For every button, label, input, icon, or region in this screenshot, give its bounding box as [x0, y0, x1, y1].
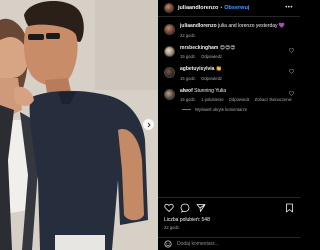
comment-username[interactable]: mrsbeckingham	[180, 45, 218, 51]
comment-username[interactable]: juliaandlorenzo	[180, 23, 217, 29]
post-side-panel: juliaandlorenzo • Obserwuj ••• juliaandl…	[158, 0, 300, 250]
separator-dot: •	[220, 5, 223, 11]
divider-line	[182, 109, 191, 110]
likes-count[interactable]: Liczba polubień: 548	[164, 217, 294, 223]
bookmark-icon[interactable]	[285, 203, 294, 213]
post-author-username[interactable]: juliaandlorenzo	[178, 5, 218, 11]
post-header: juliaandlorenzo • Obserwuj •••	[158, 0, 300, 17]
post-date: 22 godz.	[164, 225, 181, 230]
comment-time: 22 godz.	[180, 32, 197, 38]
comment-time: 15 godz.	[180, 97, 197, 102]
reply-button[interactable]: Odpowiedz	[229, 97, 250, 102]
next-photo-button[interactable]	[143, 119, 154, 130]
comment-username[interactable]: alwof	[180, 88, 193, 94]
comment-time: 15 godz.	[180, 75, 197, 81]
avatar[interactable]	[164, 67, 175, 78]
avatar[interactable]	[164, 3, 174, 13]
more-icon[interactable]: •••	[285, 5, 293, 11]
heart-icon[interactable]	[164, 203, 174, 213]
translate-button[interactable]: Zobacz tłumaczenie	[255, 97, 292, 102]
comment-item: mrsbeckingham 😍😍😍 15 godz. Odpowiedz	[164, 44, 294, 59]
action-icons	[164, 202, 294, 214]
share-icon[interactable]	[196, 203, 206, 213]
view-hidden-comments-label[interactable]: Wyświetl ukryte komentarze	[195, 107, 247, 112]
avatar[interactable]	[164, 45, 175, 57]
reply-button[interactable]: Odpowiedz	[201, 54, 222, 59]
post-actions: Liczba polubień: 548 22 godz.	[158, 197, 300, 230]
comment-time: 15 godz.	[180, 54, 197, 59]
avatar[interactable]	[164, 24, 175, 35]
comment-text: julia and lorenzo yesterday 💜	[216, 23, 286, 29]
comment-item: alwof Stunning Yulia 15 godz. 1 polubien…	[164, 87, 294, 102]
add-comment-bar	[158, 237, 300, 250]
post-photo[interactable]	[0, 0, 158, 250]
comment-item: juliaandlorenzo julia and lorenzo yester…	[164, 23, 294, 38]
reply-button[interactable]: Odpowiedz	[201, 76, 222, 81]
comments-list: juliaandlorenzo julia and lorenzo yester…	[158, 17, 300, 112]
comment-likes[interactable]: 1 polubienie	[201, 97, 224, 102]
heart-icon[interactable]	[289, 69, 294, 74]
view-hidden-comments[interactable]: Wyświetl ukryte komentarze	[182, 107, 294, 112]
instagram-post-view: juliaandlorenzo • Obserwuj ••• juliaandl…	[0, 0, 300, 250]
avatar[interactable]	[164, 88, 175, 100]
couple-photo-illustration	[0, 0, 158, 250]
comment-icon[interactable]	[180, 203, 190, 213]
chevron-right-icon	[147, 122, 151, 127]
comment-username[interactable]: agbetuyisylvia	[180, 66, 214, 72]
heart-icon[interactable]	[289, 90, 294, 96]
heart-icon[interactable]	[289, 47, 294, 53]
comment-text: 👏	[214, 66, 223, 72]
comment-text: Stunning Yulia	[192, 87, 227, 94]
comment-item: agbetuyisylvia 👏 15 godz. Odpowiedz	[164, 66, 294, 81]
follow-button[interactable]: Obserwuj	[224, 5, 249, 11]
comment-input[interactable]	[177, 241, 287, 247]
emoji-icon[interactable]	[164, 240, 172, 248]
comment-text: 😍😍😍	[218, 44, 236, 51]
